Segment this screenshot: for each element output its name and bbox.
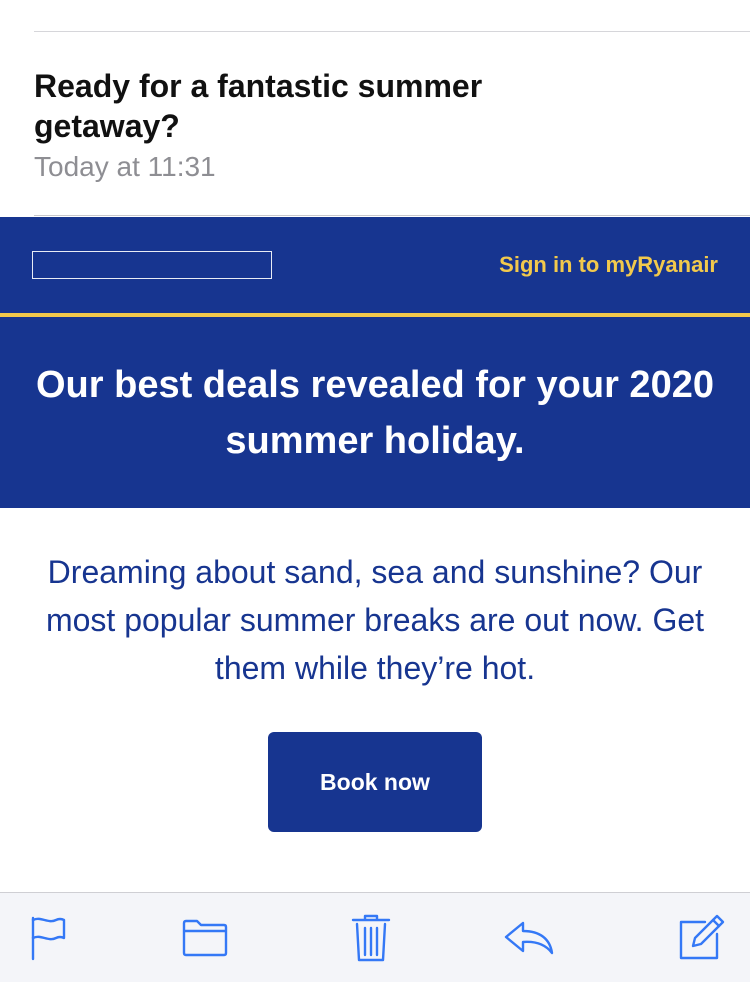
promo-text: Dreaming about sand, sea and sunshine? O… <box>45 554 705 686</box>
header-divider <box>34 215 750 216</box>
email-header: Ready for a fantastic summer getaway? To… <box>34 66 554 184</box>
hero-title: Our best deals revealed for your 2020 su… <box>36 363 714 462</box>
brand-bar: Sign in to myRyanair <box>0 217 750 313</box>
folder-icon[interactable] <box>182 913 228 963</box>
logo-placeholder <box>32 251 272 279</box>
book-now-button[interactable]: Book now <box>268 732 482 832</box>
reply-icon[interactable] <box>503 913 555 963</box>
sign-in-link[interactable]: Sign in to myRyanair <box>499 251 718 279</box>
hero-banner: Our best deals revealed for your 2020 su… <box>0 317 750 508</box>
compose-icon[interactable] <box>677 913 725 963</box>
mail-toolbar <box>0 892 750 982</box>
email-date: Today at 11:31 <box>34 151 216 182</box>
top-divider <box>34 31 750 32</box>
flag-icon[interactable] <box>28 913 68 963</box>
email-subject: Ready for a fantastic summer getaway? <box>34 68 483 144</box>
trash-icon[interactable] <box>351 913 391 963</box>
